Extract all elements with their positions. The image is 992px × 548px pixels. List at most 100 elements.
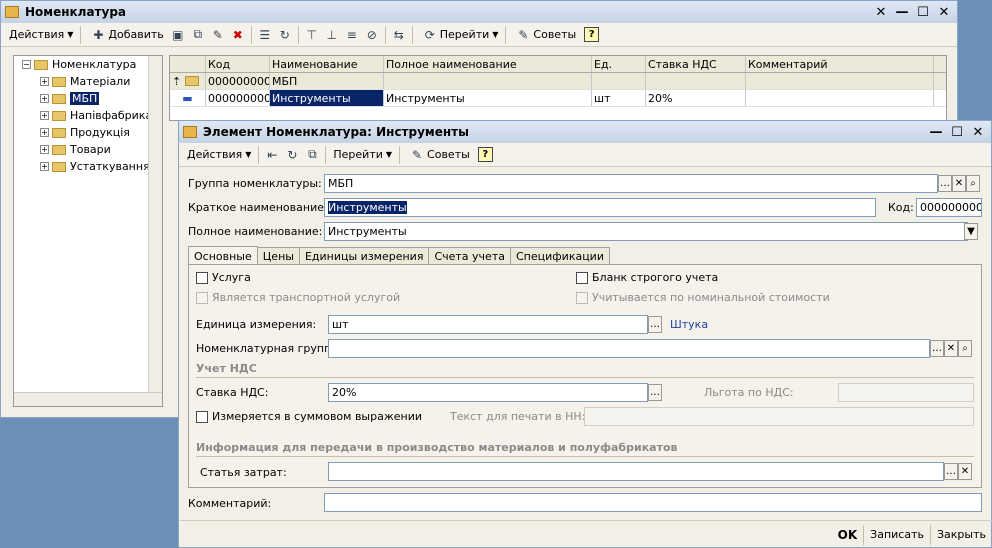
items-table[interactable]: Код Наименование Полное наименование Ед.… [169, 55, 947, 121]
tab-units[interactable]: Единицы измерения [298, 247, 430, 264]
short-name-input[interactable]: Инструменты [324, 198, 876, 217]
unit-input[interactable]: шт [328, 315, 648, 334]
add-icon: ✚ [93, 27, 104, 42]
close-button[interactable]: Закрыть [930, 524, 992, 545]
filter-icon[interactable]: ⊤ [303, 26, 321, 44]
expand-icon[interactable]: + [40, 111, 49, 120]
tree-root-label: Номенклатура [52, 58, 137, 71]
unit-full-name-link[interactable]: Штука [670, 318, 708, 331]
actions-menu[interactable]: Действия ▼ [5, 25, 77, 45]
expand-icon[interactable]: + [40, 77, 49, 86]
refresh-icon[interactable]: ↻ [283, 146, 301, 164]
full-name-input[interactable]: Инструменты [324, 222, 968, 241]
close-window-icon[interactable]: ✕ [935, 4, 953, 20]
advice-button[interactable]: ✎ Советы [403, 145, 474, 165]
save-and-close-icon[interactable]: ⇤ [263, 146, 281, 164]
search-icon[interactable]: ⌕ [966, 175, 980, 192]
chevron-down-icon[interactable]: ▼ [964, 223, 978, 240]
cost-item-input[interactable] [328, 462, 944, 481]
table-cell [646, 73, 746, 89]
expand-icon[interactable]: + [40, 145, 49, 154]
refresh-icon[interactable]: ↻ [276, 26, 294, 44]
copy-icon[interactable]: ⧉ [303, 146, 321, 164]
ok-button[interactable]: OK [832, 525, 864, 545]
select-button[interactable]: … [938, 175, 952, 192]
column-header[interactable]: Комментарий [746, 56, 934, 72]
tree-item-label: Матеріали [70, 75, 131, 88]
column-header[interactable]: Полное наименование [384, 56, 592, 72]
actions-menu[interactable]: Действия ▼ [183, 145, 255, 165]
save-button[interactable]: Записать [863, 524, 930, 545]
tree-item-products[interactable]: + Продукція [14, 124, 162, 141]
select-button[interactable]: … [648, 384, 662, 401]
add-group-icon[interactable]: ▣ [169, 26, 187, 44]
group-tree[interactable]: − Номенклатура + Матеріали + МБП + Напівфабр… [13, 55, 163, 407]
tab-accounts[interactable]: Счета учета [428, 247, 511, 264]
minimize-icon[interactable]: — [893, 4, 911, 20]
tree-root[interactable]: − Номенклатура [14, 56, 162, 73]
tree-item-semifinished[interactable]: + Напівфабрикат [14, 107, 162, 124]
filter-value-icon[interactable]: ⊥ [323, 26, 341, 44]
filter-history-icon[interactable]: ≡ [343, 26, 361, 44]
column-header[interactable]: Ед. [592, 56, 646, 72]
tree-item-materials[interactable]: + Матеріали [14, 73, 162, 90]
clear-filter-icon[interactable]: ⊘ [363, 26, 381, 44]
group-input[interactable]: МБП [324, 174, 938, 193]
tree-item-goods[interactable]: + Товари [14, 141, 162, 158]
goto-menu-label: Перейти [333, 148, 383, 161]
column-header[interactable]: Ставка НДС [646, 56, 746, 72]
tree-item-mbp[interactable]: + МБП [14, 90, 162, 107]
expand-icon[interactable]: + [40, 128, 49, 137]
code-input[interactable]: 0000000001 [916, 198, 982, 217]
tab-prices[interactable]: Цены [256, 247, 300, 264]
tree-vertical-scrollbar[interactable] [148, 56, 162, 392]
nomenclature-group-input[interactable] [328, 339, 930, 358]
select-button[interactable]: … [930, 340, 944, 357]
close-icon[interactable]: ✕ [872, 4, 890, 20]
service-checkbox[interactable] [196, 272, 208, 284]
output-icon[interactable]: ⇆ [390, 26, 408, 44]
minimize-icon[interactable]: — [927, 124, 945, 140]
table-cell: шт [592, 90, 646, 106]
vat-rate-input[interactable]: 20% [328, 383, 648, 402]
sum-measure-checkbox[interactable] [196, 411, 208, 423]
close-icon[interactable]: ✕ [969, 124, 987, 140]
help-icon[interactable]: ? [584, 27, 600, 42]
advice-button[interactable]: ✎ Советы [509, 25, 580, 45]
toolbar-separator [258, 145, 260, 164]
comment-input[interactable] [324, 493, 982, 512]
advice-button-label: Советы [533, 28, 577, 41]
select-button[interactable]: … [648, 316, 662, 333]
column-header[interactable]: Наименование [270, 56, 384, 72]
nominal-label: Учитывается по номинальной стоимости [592, 291, 830, 304]
strict-blank-checkbox[interactable] [576, 272, 588, 284]
goto-menu[interactable]: Перейти ▼ [329, 145, 396, 165]
expand-icon[interactable]: + [40, 162, 49, 171]
clear-icon[interactable]: ✕ [958, 463, 972, 480]
select-button[interactable]: … [944, 463, 958, 480]
edit-icon[interactable]: ✎ [209, 26, 227, 44]
maximize-icon[interactable]: ☐ [948, 124, 966, 140]
expand-icon[interactable]: + [40, 94, 49, 103]
tree-horizontal-scrollbar[interactable] [14, 392, 162, 406]
clear-icon[interactable]: ✕ [944, 340, 958, 357]
maximize-icon[interactable]: ☐ [914, 4, 932, 20]
column-header[interactable]: Код [206, 56, 270, 72]
tree-item-equipment[interactable]: + Устаткування [14, 158, 162, 175]
goto-menu[interactable]: ⟳ Перейти ▼ [416, 25, 503, 45]
search-icon[interactable]: ⌕ [958, 340, 972, 357]
delete-icon[interactable]: ✖ [229, 26, 247, 44]
tab-specifications[interactable]: Спецификации [509, 247, 610, 264]
full-name-label: Полное наименование: [188, 225, 323, 238]
collapse-icon[interactable]: − [22, 60, 31, 69]
tree-item-label: Продукція [70, 126, 130, 139]
copy-icon[interactable]: ⧉ [189, 26, 207, 44]
table-row[interactable]: ▬ 000000000... Инструменты Инструменты ш… [170, 90, 946, 107]
help-icon[interactable]: ? [477, 147, 493, 162]
table-row[interactable]: ⇡ 000000000... МБП [170, 73, 946, 90]
clear-icon[interactable]: ✕ [952, 175, 966, 192]
add-button[interactable]: ✚ Добавить [84, 25, 167, 45]
hierarchy-icon[interactable]: ☰ [256, 26, 274, 44]
tab-main[interactable]: Основные [188, 246, 258, 265]
row-icon-header [170, 56, 206, 72]
